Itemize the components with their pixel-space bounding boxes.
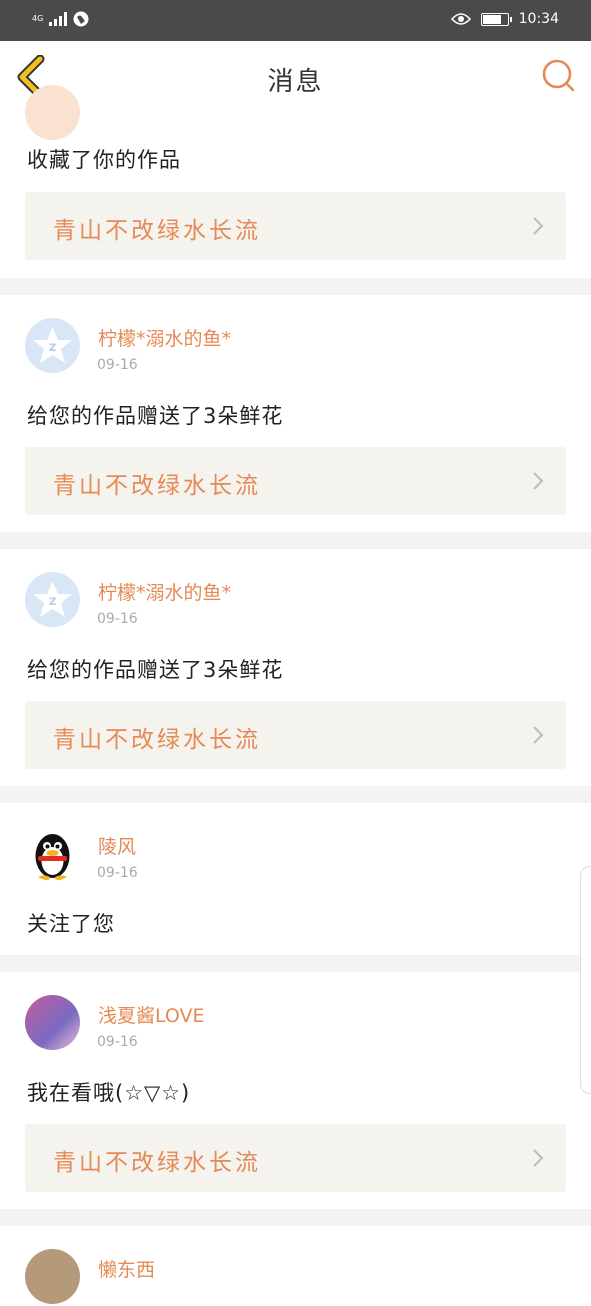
chevron-right-icon [533,726,544,744]
list-item[interactable]: 浅夏酱LOVE 09-16 我在看哦(☆▽☆) 青山不改绿水长流 [0,972,591,1209]
action-text: 关注了您 [27,912,115,936]
user-name[interactable]: 柠檬*溺水的鱼* [98,578,231,605]
work-link[interactable]: 青山不改绿水长流 [25,1124,566,1192]
search-icon[interactable] [541,58,577,94]
star-avatar-icon: z [33,581,72,617]
list-item[interactable]: 收藏了你的作品 青山不改绿水长流 [0,85,591,278]
status-left: 4G [32,11,89,27]
status-bar: 4G 10:34 [0,0,591,41]
list-item[interactable]: z 柠檬*溺水的鱼* 09-16 给您的作品赠送了3朵鲜花 青山不改绿水长流 [0,295,591,532]
list-item[interactable]: z 柠檬*溺水的鱼* 09-16 给您的作品赠送了3朵鲜花 青山不改绿水长流 [0,549,591,786]
user-name[interactable]: 懒东西 [98,1255,155,1282]
work-title: 青山不改绿水长流 [53,727,261,753]
svg-text:z: z [49,594,57,609]
avatar [25,85,80,140]
list-item[interactable]: 懒东西 [0,1226,591,1306]
star-avatar-icon: z [33,327,72,363]
separator [0,1209,591,1226]
action-text: 收藏了你的作品 [27,148,181,172]
battery-icon [480,12,512,26]
clock: 10:34 [518,11,559,27]
svg-text:z: z [49,340,57,355]
user-name[interactable]: 陵风 [98,832,136,859]
vpn-globe-icon [73,11,89,27]
chevron-right-icon [533,1149,544,1167]
scrollbar[interactable] [580,866,591,1094]
work-title: 青山不改绿水长流 [53,218,261,244]
separator [0,955,591,972]
user-name[interactable]: 柠檬*溺水的鱼* [98,324,231,351]
separator [0,278,591,295]
action-text: 给您的作品赠送了3朵鲜花 [27,404,284,428]
action-text: 我在看哦(☆▽☆) [27,1081,191,1105]
work-link[interactable]: 青山不改绿水长流 [25,447,566,515]
eye-icon [450,13,471,25]
avatar: z [25,318,80,373]
nav-bar: 消息 [0,41,591,113]
user-name[interactable]: 浅夏酱LOVE [98,1001,205,1028]
status-right: 10:34 [450,11,559,27]
work-title: 青山不改绿水长流 [53,473,261,499]
avatar [25,826,80,881]
message-date: 09-16 [97,865,138,881]
avatar: z [25,572,80,627]
message-date: 09-16 [97,611,138,627]
network-type: 4G [32,14,44,23]
chevron-right-icon [533,472,544,490]
avatar [25,995,80,1050]
list-item[interactable]: 陵风 09-16 关注了您 [0,803,591,955]
signal-icon [49,12,68,26]
chevron-right-icon [533,217,544,235]
work-link[interactable]: 青山不改绿水长流 [25,701,566,769]
penguin-avatar-icon [35,834,70,881]
message-feed: 收藏了你的作品 青山不改绿水长流 z 柠檬*溺水的鱼* 09-16 给您的作品赠… [0,85,591,1306]
page-title: 消息 [267,67,324,97]
message-date: 09-16 [97,357,138,373]
avatar [25,1249,80,1304]
separator [0,532,591,549]
work-title: 青山不改绿水长流 [53,1150,261,1176]
action-text: 给您的作品赠送了3朵鲜花 [27,658,284,682]
work-link[interactable]: 青山不改绿水长流 [25,192,566,260]
message-date: 09-16 [97,1034,138,1050]
separator [0,786,591,803]
